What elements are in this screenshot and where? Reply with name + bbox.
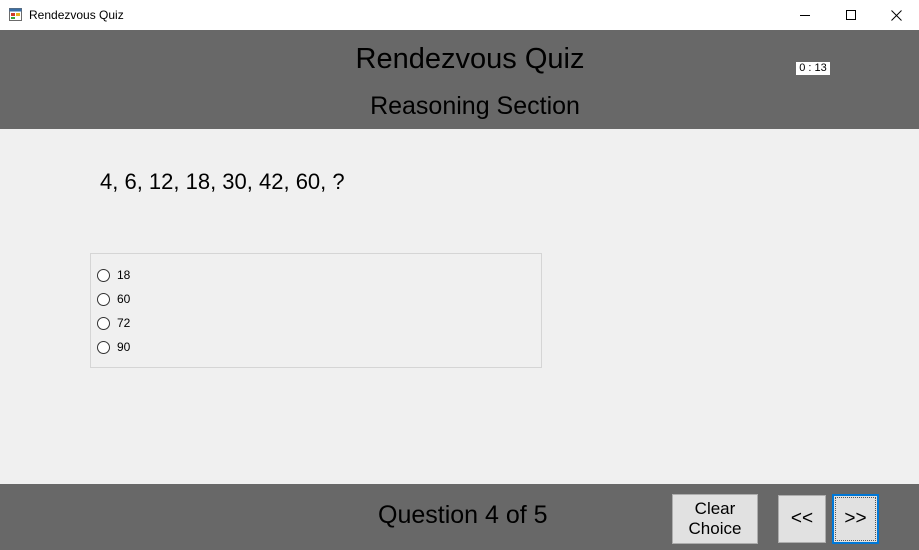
question-text: 4, 6, 12, 18, 30, 42, 60, ? <box>100 169 345 194</box>
option-3[interactable]: 72 <box>97 315 130 331</box>
radio-button[interactable] <box>97 292 110 306</box>
option-4[interactable]: 90 <box>97 339 130 355</box>
quiz-title: Rendezvous Quiz <box>355 43 585 75</box>
question-counter: Question 4 of 5 <box>378 501 548 529</box>
option-label: 60 <box>117 292 131 306</box>
quiz-footer: Question 4 of 5 Clear Choice << >> <box>0 484 919 550</box>
maximize-button[interactable] <box>828 0 874 30</box>
previous-question-button[interactable]: << <box>778 495 826 543</box>
answer-options-group: 18 60 72 90 <box>90 253 542 368</box>
option-2[interactable]: 60 <box>97 291 130 307</box>
minimize-button[interactable] <box>782 0 828 30</box>
option-label: 90 <box>117 340 131 354</box>
radio-button[interactable] <box>97 268 110 282</box>
option-label: 72 <box>117 316 131 330</box>
option-1[interactable]: 18 <box>97 267 130 283</box>
next-question-button[interactable]: >> <box>832 494 879 544</box>
minimize-icon <box>800 15 810 16</box>
section-title: Reasoning Section <box>370 92 580 120</box>
clear-choice-button[interactable]: Clear Choice <box>672 494 758 544</box>
option-label: 18 <box>117 268 131 282</box>
app-icon <box>9 8 22 21</box>
quiz-header: Rendezvous Quiz Reasoning Section 0 : 13 <box>0 30 919 129</box>
radio-button[interactable] <box>97 316 110 330</box>
close-icon <box>890 9 902 21</box>
maximize-icon <box>846 10 856 20</box>
close-button[interactable] <box>873 0 919 30</box>
timer-label: 0 : 13 <box>796 62 830 75</box>
question-panel: 4, 6, 12, 18, 30, 42, 60, ? 18 60 72 90 <box>0 129 919 484</box>
radio-button[interactable] <box>97 340 110 354</box>
window-title: Rendezvous Quiz <box>29 8 124 22</box>
window-titlebar: Rendezvous Quiz <box>0 0 919 30</box>
